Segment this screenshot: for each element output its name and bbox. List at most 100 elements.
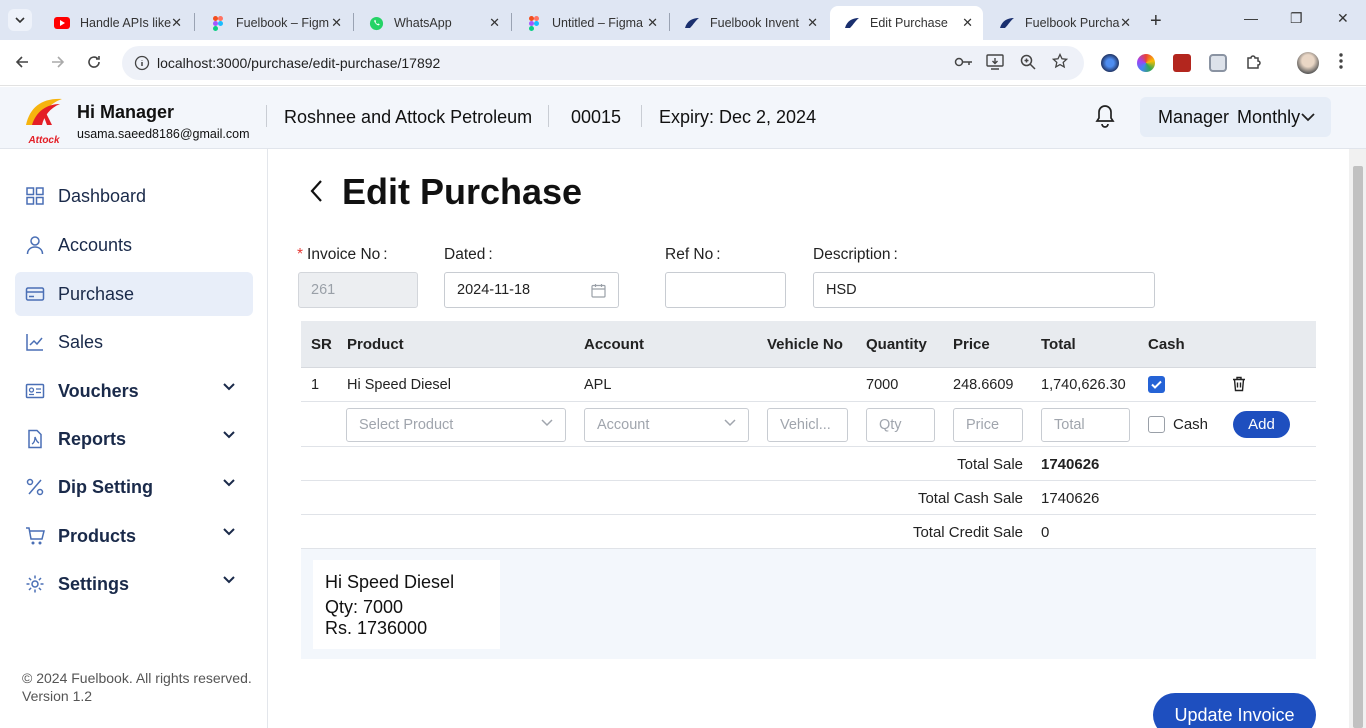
address-bar[interactable]: localhost:3000/purchase/edit-purchase/17… (122, 46, 1084, 80)
password-key-icon[interactable] (954, 55, 974, 73)
extensions-puzzle-icon[interactable] (1245, 53, 1263, 76)
select-account-dropdown[interactable]: Account (584, 408, 749, 442)
zoom-icon[interactable] (1020, 54, 1036, 74)
sidebar-item-accounts[interactable]: Accounts (15, 223, 253, 267)
ref-label: Ref No: (665, 246, 721, 263)
shield-extension-icon[interactable] (1209, 54, 1227, 72)
sidebar-item-vouchers[interactable]: Vouchers (15, 369, 253, 413)
back-arrow-icon[interactable] (14, 54, 30, 75)
youtube-icon (54, 15, 70, 31)
browser-tab[interactable]: Untitled – Figma ✕ (512, 6, 668, 40)
table-header: SR Product Account Vehicle No Quantity P… (301, 321, 1316, 368)
forward-arrow-icon[interactable] (50, 54, 66, 75)
total-credit-value: 0 (1041, 524, 1050, 541)
gear-icon (26, 575, 44, 593)
plan-dropdown[interactable]: Manager Monthly (1140, 97, 1331, 137)
report-icon (28, 429, 42, 449)
fuelbook-icon (999, 15, 1015, 31)
color-picker-extension-icon[interactable] (1137, 54, 1155, 72)
browser-tab[interactable]: WhatsApp ✕ (354, 6, 510, 40)
browser-tab[interactable]: Fuelbook Purcha ✕ (985, 6, 1141, 40)
sidebar-item-reports[interactable]: Reports (15, 417, 253, 461)
plan-type: Monthly (1237, 106, 1301, 127)
sidebar-item-label: Dashboard (58, 185, 147, 206)
sidebar-item-label: Purchase (58, 283, 135, 304)
manager-greeting: Hi Manager (77, 102, 175, 122)
summary-qty: Qty: 7000 (325, 597, 404, 617)
new-tab-icon[interactable]: + (1150, 10, 1162, 33)
sidebar-item-purchase[interactable]: Purchase (15, 272, 253, 316)
kebab-menu-icon[interactable] (1339, 52, 1343, 75)
sidebar-item-dip-setting[interactable]: Dip Setting (15, 465, 253, 509)
browser-tab[interactable]: Fuelbook Invent ✕ (670, 6, 828, 40)
close-icon[interactable]: ✕ (331, 15, 342, 31)
col-sr: SR (311, 336, 332, 353)
window-close-icon[interactable]: ✕ (1337, 10, 1349, 27)
reload-icon[interactable] (86, 54, 102, 75)
add-item-button[interactable]: Add (1233, 411, 1290, 438)
total-credit-row: Total Credit Sale 0 (301, 515, 1316, 549)
close-icon[interactable]: ✕ (489, 15, 500, 31)
update-invoice-button[interactable]: Update Invoice (1153, 693, 1316, 728)
station-code: 00015 (571, 107, 622, 127)
cell-total: 1,740,626.30 (1041, 377, 1126, 393)
close-icon[interactable]: ✕ (962, 15, 973, 31)
total-credit-label: Total Credit Sale (912, 524, 1023, 541)
extension-red-icon[interactable] (1173, 54, 1191, 72)
footer-version: Version 1.2 (22, 688, 93, 704)
col-cash: Cash (1148, 336, 1185, 353)
scrollbar-thumb[interactable] (1353, 166, 1363, 728)
back-chevron-icon[interactable] (309, 179, 323, 208)
main-content: Edit Purchase * Invoice No: Dated: Ref No… (269, 149, 1349, 728)
browser-tab[interactable]: Handle APIs like ✕ (40, 6, 192, 40)
install-app-icon[interactable] (986, 54, 1004, 74)
sidebar-item-products[interactable]: Products (15, 514, 253, 558)
total-sale-label: Total Sale (957, 456, 1023, 473)
tab-search-button[interactable] (8, 9, 32, 31)
profile-avatar[interactable] (1297, 52, 1319, 74)
browser-tab[interactable]: Fuelbook – Figm ✕ (196, 6, 352, 40)
cash-checkbox[interactable] (1148, 416, 1165, 433)
tab-title: Untitled – Figma (552, 16, 644, 30)
browser-tab-active[interactable]: Edit Purchase ✕ (830, 6, 983, 40)
select-product-dropdown[interactable]: Select Product (346, 408, 566, 442)
trash-icon[interactable] (1232, 376, 1246, 397)
total-cash-row: Total Cash Sale 1740626 (301, 481, 1316, 515)
url-text[interactable]: localhost:3000/purchase/edit-purchase/17… (157, 55, 440, 71)
percent-icon (26, 478, 44, 496)
sidebar-item-settings[interactable]: Settings (15, 562, 253, 606)
minimize-icon[interactable]: — (1244, 10, 1258, 26)
sidebar: Dashboard Accounts Purchase Sales Vouche… (0, 149, 268, 728)
cash-checkbox-checked[interactable] (1148, 376, 1165, 393)
card-icon (25, 287, 45, 301)
sidebar-item-label: Settings (58, 573, 130, 594)
ref-no-field[interactable] (665, 272, 786, 308)
bookmark-star-icon[interactable] (1051, 52, 1069, 73)
product-summary-card: Hi Speed Diesel Qty: 7000 Rs. 1736000 (313, 560, 500, 649)
total-sale-row: Total Sale 1740626 (301, 447, 1316, 481)
close-icon[interactable]: ✕ (647, 15, 658, 31)
restore-icon[interactable]: ❐ (1290, 10, 1303, 27)
invoice-field: 261 (298, 272, 418, 308)
description-field[interactable]: HSD (813, 272, 1155, 308)
cash-checkbox-label: Cash (1173, 416, 1209, 433)
summary-amount: Rs. 1736000 (325, 618, 428, 638)
total-input[interactable]: Total (1041, 408, 1130, 442)
bell-icon[interactable] (1094, 104, 1116, 133)
close-icon[interactable]: ✕ (807, 15, 818, 31)
extension-icon[interactable] (1101, 54, 1119, 72)
close-icon[interactable]: ✕ (1120, 15, 1131, 31)
chevron-down-icon (15, 17, 25, 23)
summary-product: Hi Speed Diesel (325, 572, 455, 592)
sidebar-item-dashboard[interactable]: Dashboard (15, 174, 253, 218)
date-picker[interactable]: 2024-11-18 (444, 272, 619, 308)
price-input[interactable]: Price (953, 408, 1023, 442)
vehicle-input[interactable]: Vehicl... (767, 408, 848, 442)
site-info-icon[interactable] (134, 55, 150, 75)
browser-tab-strip: Handle APIs like ✕ Fuelbook – Figm ✕ Wha… (0, 0, 1366, 40)
qty-input[interactable]: Qty (866, 408, 935, 442)
cell-product: Hi Speed Diesel (347, 377, 451, 393)
sidebar-item-sales[interactable]: Sales (15, 320, 253, 364)
close-icon[interactable]: ✕ (171, 15, 182, 31)
attock-logo: Attock (22, 95, 66, 146)
